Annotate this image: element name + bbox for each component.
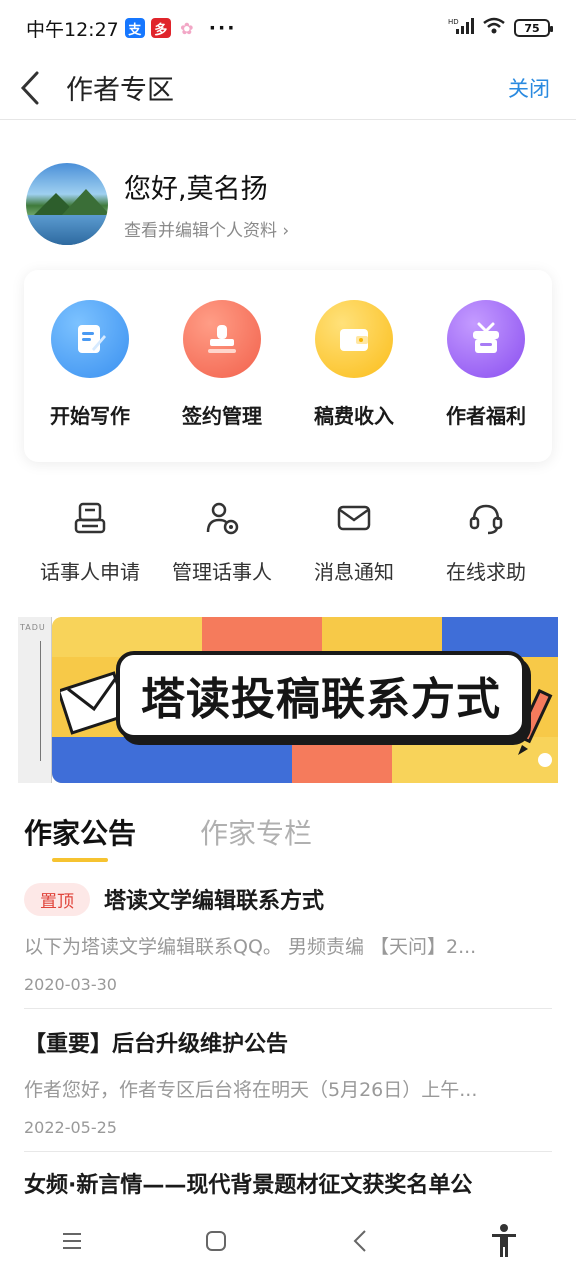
tab-author-announcements[interactable]: 作家公告 [24,812,136,864]
online-help-button[interactable]: 在线求助 [420,498,552,588]
avatar[interactable] [26,163,108,245]
message-notification-label: 消息通知 [314,560,394,584]
active-tab-indicator [52,858,108,862]
status-bar: 中午12:27 支 多 ✿ ··· HD 75 [0,0,576,56]
alipay-icon: 支 [124,18,145,38]
royalty-income-label: 稿费收入 [314,404,394,428]
contract-management-label: 签约管理 [182,404,262,428]
back-system-button[interactable] [330,1211,390,1271]
notice-date: 2020-03-30 [24,975,117,994]
wifi-icon [482,17,506,39]
hd-label: HD [448,18,459,26]
app-notification-icon: 多 [150,18,171,38]
announcement-tabs: 作家公告 作家专栏 [24,812,312,864]
more-notifications-icon: ··· [208,17,237,39]
stamp-icon [183,300,261,378]
back-button[interactable] [0,56,60,120]
contract-management-button[interactable]: 签约管理 [162,300,282,429]
spokesperson-apply-label: 话事人申请 [40,560,140,584]
home-square-icon [206,1231,226,1251]
tab-author-announcements-label: 作家公告 [24,817,137,850]
system-navigation-bar [0,1202,576,1280]
flower-notification-icon: ✿ [180,18,194,38]
greeting-text: 您好,莫名扬 [124,174,268,205]
menu-button[interactable] [42,1211,102,1271]
banner-slide[interactable]: 塔读投稿联系方式 [52,617,558,783]
status-time: 中午12:27 [26,18,119,41]
chevron-left-icon [20,71,39,104]
accessibility-button[interactable] [474,1211,534,1271]
carousel-indicator [538,753,552,767]
secondary-actions: 话事人申请 管理话事人 消息通知 在线求助 [24,498,552,588]
back-triangle-icon [353,1230,366,1252]
wallet-icon [315,300,393,378]
page-title: 作者专区 [66,75,174,106]
list-item[interactable]: 【重要】后台升级维护公告 作者您好，作者专区后台将在明天（5月26日）上午...… [24,1023,552,1152]
battery-icon: 75 [514,19,553,37]
manage-spokesperson-button[interactable]: 管理话事人 [156,498,288,588]
mail-icon [334,498,374,538]
edit-profile-link[interactable]: 查看并编辑个人资料 › [124,216,289,241]
notice-title: 女频·新言情——现代背景题材征文获奖名单公 [24,1173,473,1198]
home-button[interactable] [186,1211,246,1271]
manage-spokesperson-label: 管理话事人 [172,560,272,584]
author-benefits-label: 作者福利 [446,404,526,428]
tab-author-columns-label: 作家专栏 [200,817,313,850]
online-help-label: 在线求助 [446,560,526,584]
royalty-income-button[interactable]: 稿费收入 [294,300,414,429]
notice-title: 【重要】后台升级维护公告 [24,1032,289,1057]
message-notification-button[interactable]: 消息通知 [288,498,420,588]
top-navigation: 作者专区 关闭 [0,56,576,120]
list-item[interactable]: 女频·新言情——现代背景题材征文获奖名单公 [24,1164,552,1202]
list-item[interactable]: 置顶 塔读文学编辑联系方式 以下为塔读文学编辑联系QQ。 男频责编 【天问】2.… [24,880,552,1009]
headset-icon [466,498,506,538]
main-actions-card: 开始写作 签约管理 稿费收入 作者福利 [24,270,552,462]
banner-carousel[interactable]: TADU 塔读投稿联系方式 [18,617,558,783]
printer-icon [70,498,110,538]
author-benefits-button[interactable]: 作者福利 [426,300,546,429]
notice-list: 置顶 塔读文学编辑联系方式 以下为塔读文学编辑联系QQ。 男频责编 【天问】2.… [24,880,552,1202]
spokesperson-apply-button[interactable]: 话事人申请 [24,498,156,588]
start-writing-label: 开始写作 [50,404,130,428]
profile-section[interactable]: 您好,莫名扬 查看并编辑个人资料 › [26,162,556,246]
write-icon [51,300,129,378]
user-settings-icon [202,498,242,538]
start-writing-button[interactable]: 开始写作 [30,300,150,429]
notice-summary: 作者您好，作者专区后台将在明天（5月26日）上午... [24,1079,478,1101]
banner-headline: 塔读投稿联系方式 [141,674,501,725]
banner-side-logo: TADU [20,623,46,632]
signal-icon: HD [448,17,474,39]
previous-banner-slide[interactable]: TADU [18,617,52,783]
notice-summary: 以下为塔读文学编辑联系QQ。 男频责编 【天问】2... [24,936,477,958]
tab-author-columns[interactable]: 作家专栏 [200,812,312,864]
banner-headline-plate: 塔读投稿联系方式 [116,651,526,739]
close-button[interactable]: 关闭 [508,73,550,103]
pinned-badge: 置顶 [24,882,90,916]
menu-icon [63,1233,81,1249]
accessibility-icon [492,1224,516,1257]
gift-icon [447,300,525,378]
notice-title: 塔读文学编辑联系方式 [104,889,325,914]
notice-date: 2022-05-25 [24,1118,117,1137]
